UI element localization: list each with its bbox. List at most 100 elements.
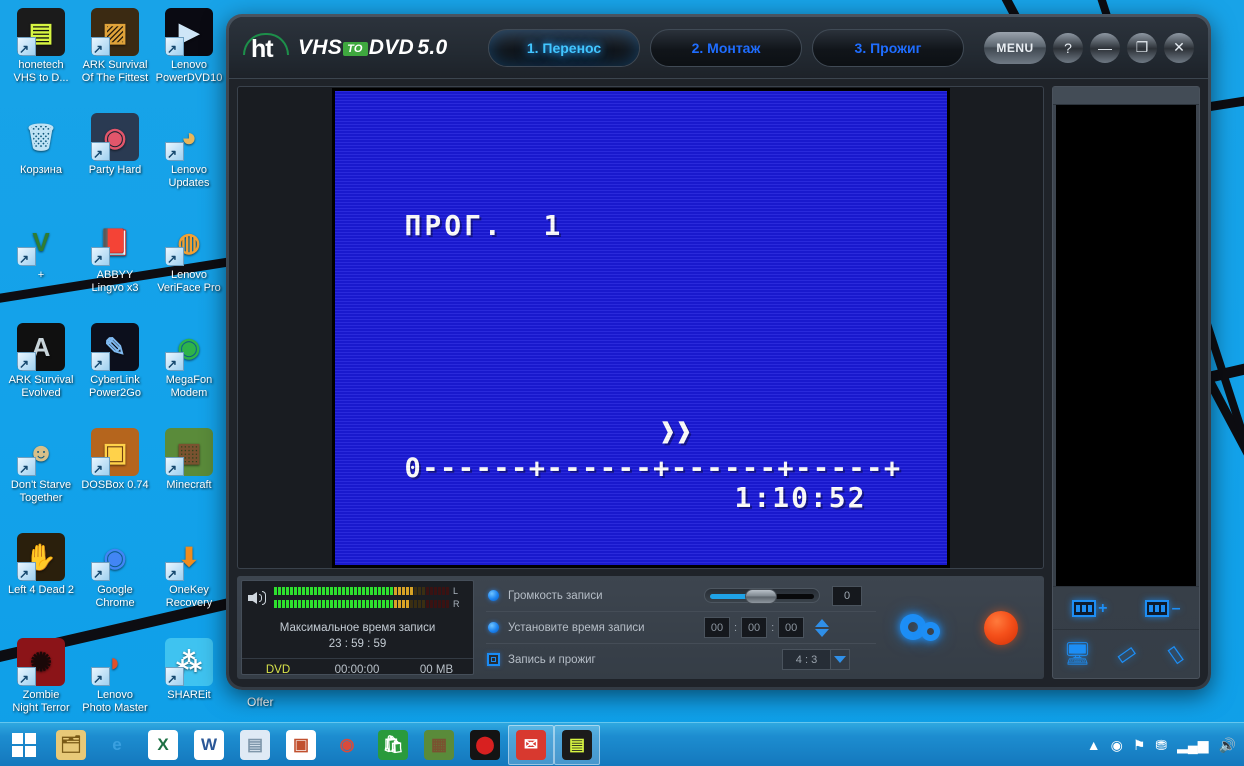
vu-segment [406, 600, 409, 608]
tab-edit[interactable]: 2. Монтаж [650, 29, 802, 67]
vu-meters: L R [274, 586, 460, 609]
minimize-button[interactable]: — [1090, 33, 1120, 63]
close-button[interactable]: ✕ [1164, 33, 1194, 63]
vu-segment [366, 587, 369, 595]
desktop-icon-dosbox-074[interactable]: ▣↗DOSBox 0.74 [78, 424, 152, 529]
tab-transfer[interactable]: 1. Перенос [488, 29, 640, 67]
record-time-spinner [815, 619, 829, 637]
menu-button[interactable]: MENU [984, 32, 1046, 64]
lenovo-powerdvd10-icon: ▶↗ [165, 8, 213, 56]
vu-segment [414, 587, 417, 595]
taskbar-bandicam[interactable]: ⬤ [462, 725, 508, 765]
usb-eject-icon[interactable]: ⛃ [1155, 738, 1167, 752]
vu-segment [278, 600, 281, 608]
vu-segment [414, 600, 417, 608]
ipod-device-icon[interactable]: 🖥 [1062, 639, 1092, 669]
desktop-icon-abbyy-lingvo-x3[interactable]: 📕↗ABBYYLingvo x3 [78, 214, 152, 319]
desktop-icon-honetech-vhs-to-dvd[interactable]: ▤↗honetechVHS to D... [4, 4, 78, 109]
volume-slider[interactable] [704, 588, 820, 603]
desktop-icon-ark-survival-of-the-fittest[interactable]: ▨↗ARK SurvivalOf The Fittest [78, 4, 152, 109]
vu-segment [354, 587, 357, 595]
desktop-icon-gta-v-shortcut[interactable]: V↗+ [4, 214, 78, 319]
vu-segment [282, 587, 285, 595]
mobile-device-icon[interactable]: ▯ [1154, 633, 1196, 675]
add-clip-icon[interactable]: + [1072, 600, 1108, 617]
desktop-icon-minecraft[interactable]: ▦↗Minecraft [152, 424, 226, 529]
taskbar-word[interactable]: W [186, 725, 232, 765]
chevron-down-icon[interactable] [830, 649, 850, 670]
desktop-icon-recycle-bin[interactable]: 🗑↗Корзина [4, 109, 78, 214]
desktop-icon-onekey-recovery[interactable]: ⬇↗OneKeyRecovery [152, 529, 226, 634]
desktop-icon-label: SHAREit [167, 689, 210, 702]
desktop-icon-ark-survival-evolved[interactable]: A↗ARK SurvivalEvolved [4, 319, 78, 424]
record-button[interactable] [984, 611, 1018, 645]
desktop-icon-cyberlink-power2go[interactable]: ✎↗CyberLinkPower2Go [78, 319, 152, 424]
start-button[interactable] [0, 723, 48, 766]
desktop-icon-party-hard[interactable]: ◉↗Party Hard [78, 109, 152, 214]
vu-segment [386, 587, 389, 595]
vu-segment [350, 587, 353, 595]
taskbar-explorer[interactable]: 🗂 [48, 725, 94, 765]
dosbox-074-icon: ▣↗ [91, 428, 139, 476]
record-time-minutes[interactable]: 00 [741, 617, 767, 638]
radio-recording-volume[interactable] [488, 590, 499, 601]
desktop-icon-label: OneKeyRecovery [166, 584, 212, 610]
desktop-icon-lenovo-updates[interactable]: ◕↗LenovoUpdates [152, 109, 226, 214]
vu-segment [294, 600, 297, 608]
tab-burn[interactable]: 3. Прожиг [812, 29, 964, 67]
checkbox-record-and-burn[interactable] [487, 653, 500, 666]
vu-segment [390, 587, 393, 595]
volume-slider-knob[interactable] [745, 589, 777, 604]
desktop-icon-megafon-modem[interactable]: ◉↗MegaFonModem [152, 319, 226, 424]
vu-segment [318, 600, 321, 608]
desktop-icon-lenovo-powerdvd10[interactable]: ▶↗LenovoPowerDVD10 [152, 4, 226, 109]
desktop-icon-left-4-dead-2[interactable]: ✋↗Left 4 Dead 2 [4, 529, 78, 634]
psp-device-icon[interactable]: ▭ [1105, 633, 1147, 675]
shortcut-arrow-icon: ↗ [167, 43, 177, 55]
taskbar-vhs-to-dvd[interactable]: ▤ [554, 725, 600, 765]
flag-action-center-icon[interactable]: ⚑ [1133, 738, 1146, 752]
taskbar-powerpoint[interactable]: ▣ [278, 725, 324, 765]
maximize-button[interactable]: ❐ [1127, 33, 1157, 63]
steam-tray-icon[interactable]: ◉ [1111, 738, 1123, 752]
minecraft-icon: ▦↗ [165, 428, 213, 476]
network-signal-icon[interactable]: ▂▄▆ [1177, 738, 1208, 752]
taskbar-minecraft[interactable]: ▦ [416, 725, 462, 765]
product-prefix: VHS [298, 36, 342, 60]
spinner-up-icon[interactable] [815, 619, 829, 627]
label-record-and-burn: Запись и прожиг [508, 654, 704, 666]
vu-right: R [274, 599, 460, 609]
volume-icon[interactable]: 🔊 [1219, 738, 1236, 752]
radio-set-record-time[interactable] [488, 622, 499, 633]
spinner-down-icon[interactable] [815, 629, 829, 637]
taskbar-chrome[interactable]: ◉ [324, 725, 370, 765]
vu-segment [418, 587, 421, 595]
clip-list[interactable] [1056, 105, 1196, 586]
desktop-icon-label: LenovoUpdates [169, 164, 210, 190]
ark-survival-evolved-icon: A↗ [17, 323, 65, 371]
vu-segment [382, 587, 385, 595]
desktop-icon-google-chrome[interactable]: ◉↗GoogleChrome [78, 529, 152, 634]
record-time-hours[interactable]: 00 [704, 617, 730, 638]
vu-segment [402, 600, 405, 608]
google-chrome-icon: ◉↗ [91, 533, 139, 581]
aspect-ratio-select[interactable]: 4 : 3 [782, 649, 850, 670]
taskbar-excel[interactable]: X [140, 725, 186, 765]
vu-segment [310, 587, 313, 595]
taskbar-internet-explorer[interactable]: e [94, 725, 140, 765]
desktop-icon-lenovo-veriface-pro[interactable]: ◍↗LenovoVeriFace Pro [152, 214, 226, 319]
taskbar-mail[interactable]: ✉ [508, 725, 554, 765]
main-column: ПРОГ. 1 ❱❱ 0------+------+------+-----+ … [237, 86, 1044, 679]
help-button[interactable]: ? [1053, 33, 1083, 63]
volume-value-box[interactable]: 0 [832, 586, 862, 606]
vu-segment [286, 587, 289, 595]
show-hidden-icons-arrow[interactable]: ▲ [1087, 738, 1101, 752]
vu-segment [342, 587, 345, 595]
taskbar-notepad[interactable]: ▤ [232, 725, 278, 765]
taskbar-store[interactable]: 🛍 [370, 725, 416, 765]
record-time-seconds[interactable]: 00 [778, 617, 804, 638]
desktop-icon-dont-starve-together[interactable]: ☻↗Don't StarveTogether [4, 424, 78, 529]
remove-clip-icon[interactable]: – [1145, 600, 1181, 617]
taskbar-notepad-icon: ▤ [240, 730, 270, 760]
settings-gear-icon[interactable] [900, 611, 946, 645]
